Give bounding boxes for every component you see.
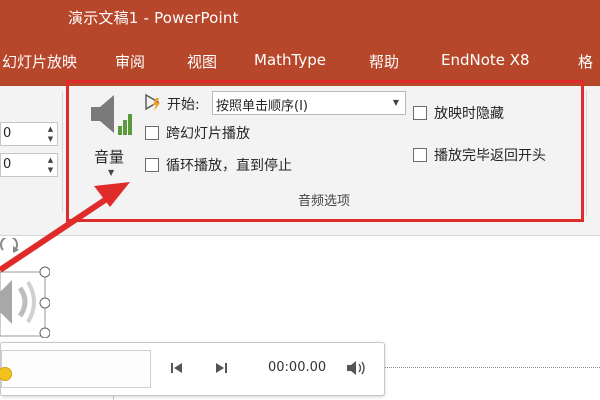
fade-in-spinner[interactable]: 0 ▲ ▼ (0, 122, 58, 146)
audio-progress-track[interactable] (0, 350, 151, 388)
audio-progress-knob[interactable] (0, 367, 12, 381)
audio-player-bar: 00:00.00 (0, 342, 385, 396)
fade-out-value: 0 (3, 157, 12, 172)
slide-placeholder-border (383, 367, 600, 368)
tab-slideshow[interactable]: 幻灯片放映 (2, 51, 77, 72)
audio-object[interactable] (0, 264, 50, 338)
tab-help[interactable]: 帮助 (369, 51, 399, 72)
mute-icon[interactable] (346, 359, 368, 377)
tab-review[interactable]: 审阅 (115, 51, 145, 72)
ribbon-tab-bar: 幻灯片放映 审阅 视图 MathType 帮助 EndNote X8 格 (0, 34, 600, 86)
tab-view[interactable]: 视图 (187, 51, 217, 72)
rotate-handle-icon[interactable] (0, 238, 22, 256)
window-title: 演示文稿1 - PowerPoint (68, 9, 239, 27)
tab-endnote[interactable]: EndNote X8 (441, 51, 530, 69)
tab-format[interactable]: 格 (578, 51, 593, 72)
audio-time: 00:00.00 (268, 360, 327, 375)
title-bar: 演示文稿1 - PowerPoint (0, 0, 600, 34)
spinner-arrows-icon[interactable]: ▲ ▼ (46, 124, 55, 144)
tab-mathtype[interactable]: MathType (254, 51, 326, 69)
forward-icon[interactable] (213, 361, 229, 375)
fade-out-spinner[interactable]: 0 ▲ ▼ (0, 153, 58, 177)
rewind-icon[interactable] (169, 361, 185, 375)
highlight-box (66, 80, 584, 222)
fade-in-value: 0 (3, 126, 12, 141)
group-divider (62, 92, 63, 212)
group-divider (586, 90, 587, 216)
spinner-arrows-icon[interactable]: ▲ ▼ (46, 155, 55, 175)
